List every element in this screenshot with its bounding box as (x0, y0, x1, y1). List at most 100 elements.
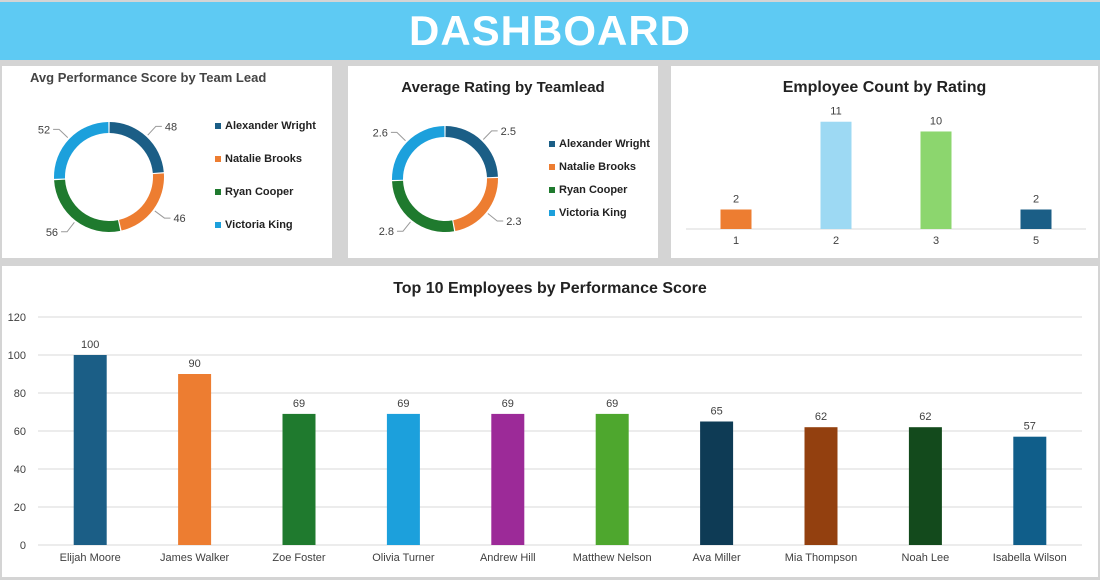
x-tick-label: 3 (933, 235, 939, 247)
panel-top-employees: Top 10 Employees by Performance Score 02… (2, 266, 1098, 577)
x-tick-label: Matthew Nelson (573, 552, 652, 564)
data-label: 69 (293, 398, 305, 410)
data-label: 48 (165, 121, 177, 133)
bar-james-walker (178, 374, 212, 545)
legend-item-victoria-king: Victoria King (549, 207, 627, 219)
legend-item-natalie-brooks: Natalie Brooks (549, 161, 636, 173)
bar-ava-miller (700, 421, 734, 545)
bar-chart-top-employees: 0 20 40 60 80 100 120 100 Elijah Moore 90 James Wa… (8, 312, 1082, 564)
legend-label: Ryan Cooper (225, 186, 294, 198)
legend-label: Ryan Cooper (559, 184, 628, 196)
data-label: 65 (710, 406, 722, 418)
bar-noah-lee (908, 427, 942, 545)
legend-item-victoria-king: Victoria King (215, 219, 293, 231)
donut-chart-average-rating: 2.5 2.3 2.8 2.6 (373, 126, 522, 238)
legend-swatch (549, 141, 555, 147)
donut-slice-natalie-brooks (119, 173, 164, 231)
data-label: 46 (173, 213, 185, 225)
data-label: 90 (188, 358, 200, 370)
leader-line (154, 210, 171, 219)
x-tick-label: Zoe Foster (272, 552, 326, 564)
donut-slice-natalie-brooks (453, 178, 498, 231)
x-tick-label: Elijah Moore (60, 552, 121, 564)
leader-line (53, 128, 69, 139)
leader-line (482, 130, 498, 140)
legend-label: Alexander Wright (559, 138, 650, 150)
donut-slice-alexander-wright (109, 122, 164, 174)
donut-slice-victoria-king (54, 122, 109, 179)
x-tick-label: James Walker (160, 552, 230, 564)
bar-olivia-turner (386, 413, 420, 545)
x-tick-label: Isabella Wilson (993, 552, 1067, 564)
legend-swatch (549, 210, 555, 216)
legend-item-natalie-brooks: Natalie Brooks (215, 153, 302, 165)
data-label: 56 (46, 227, 58, 239)
donut-chart-avg-performance: 48 46 56 52 (38, 121, 186, 239)
legend-swatch (549, 164, 555, 170)
data-label: 2 (1033, 193, 1039, 205)
donut-slice-ryan-cooper (392, 180, 455, 232)
legend-swatch (215, 222, 221, 228)
bar-matthew-nelson (595, 413, 629, 545)
x-tick-label: Ava Miller (693, 552, 741, 564)
x-tick-label: Andrew Hill (480, 552, 536, 564)
y-tick-label: 60 (14, 426, 26, 438)
x-tick-label: 1 (733, 235, 739, 247)
donut-slice-ryan-cooper (54, 179, 121, 232)
dashboard-title: DASHBOARD (409, 7, 691, 54)
data-label: 57 (1024, 421, 1036, 433)
data-label: 2 (733, 193, 739, 205)
y-tick-label: 20 (14, 502, 26, 514)
y-tick-label: 40 (14, 464, 26, 476)
leader-line (147, 125, 162, 136)
bar-mia-thompson (804, 427, 838, 545)
y-tick-label: 80 (14, 388, 26, 400)
panel-average-rating: Average Rating by Teamlead 2.5 2.3 2.8 2.6 … (348, 66, 658, 258)
panel-employee-count: Employee Count by Rating 2 1 11 2 10 3 2 5 (671, 66, 1098, 258)
x-tick-label: Mia Thompson (785, 552, 858, 564)
x-tick-label: Olivia Turner (372, 552, 435, 564)
bar-5 (1020, 209, 1052, 229)
data-label: 62 (919, 411, 931, 423)
donut-slice-victoria-king (392, 126, 445, 180)
y-tick-label: 0 (20, 540, 26, 552)
bar-2 (820, 121, 852, 229)
legend-label: Natalie Brooks (225, 153, 303, 165)
bar-zoe-foster (282, 413, 316, 545)
data-label: 10 (930, 115, 942, 127)
bar-elijah-moore (73, 355, 107, 545)
data-label: 100 (81, 339, 99, 351)
legend-swatch (215, 156, 221, 162)
legend-item-alexander-wright: Alexander Wright (549, 138, 650, 150)
panel-avg-performance: Avg Performance Score by Team Lead 48 46 5… (2, 66, 332, 258)
dashboard-banner: DASHBOARD (0, 2, 1100, 60)
leader-line (390, 131, 406, 142)
bar-andrew-hill (491, 413, 525, 545)
legend-label: Natalie Brooks (559, 161, 637, 173)
x-tick-label: 5 (1033, 235, 1039, 247)
y-tick-label: 120 (8, 312, 26, 324)
data-label: 11 (830, 106, 841, 118)
legend-item-ryan-cooper: Ryan Cooper (215, 186, 293, 198)
bar-3 (920, 131, 952, 229)
x-tick-label: Noah Lee (902, 552, 950, 564)
legend-label: Victoria King (559, 207, 627, 219)
data-label: 2.5 (501, 126, 516, 138)
donut-slice-alexander-wright (445, 126, 498, 178)
leader-line (396, 221, 411, 232)
legend-swatch (549, 187, 555, 193)
x-tick-label: 2 (833, 235, 839, 247)
legend-label: Victoria King (225, 219, 293, 231)
legend-swatch (215, 123, 221, 129)
legend-item-ryan-cooper: Ryan Cooper (549, 184, 627, 196)
leader-line (61, 221, 75, 233)
data-label: 52 (38, 124, 50, 136)
data-label: 2.6 (373, 127, 388, 139)
leader-line (487, 213, 504, 222)
legend-label: Alexander Wright (225, 120, 316, 132)
bar-1 (720, 209, 752, 229)
data-label: 69 (502, 398, 514, 410)
data-label: 2.3 (506, 216, 521, 228)
legend-item-alexander-wright: Alexander Wright (215, 120, 316, 132)
data-label: 69 (397, 398, 409, 410)
